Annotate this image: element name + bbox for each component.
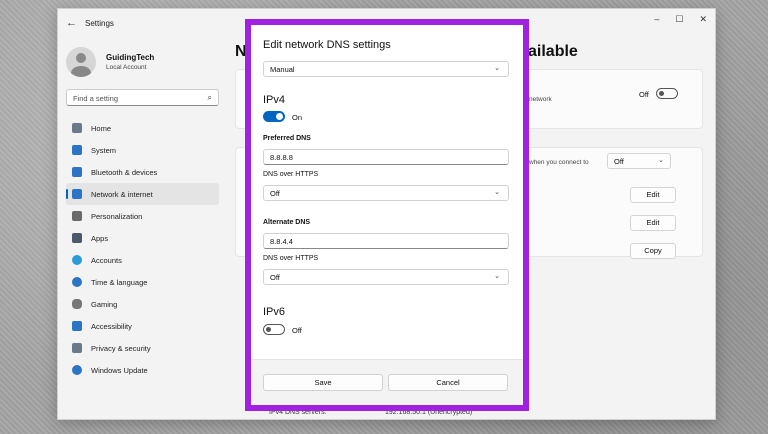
gaming-icon [72,299,82,309]
preferred-dns-value: 8.8.8.8 [270,153,293,162]
sidebar-item-network[interactable]: Network & internet [66,183,219,205]
time-language-icon [72,277,82,287]
ipv4-toggle[interactable] [263,111,285,122]
sidebar-item-system[interactable]: System [66,139,219,161]
accounts-icon [72,255,82,265]
system-icon [72,145,82,155]
home-icon [72,123,82,133]
sidebar-item-label: Gaming [91,299,118,309]
sidebar-item-label: Time & language [91,277,148,287]
sidebar-item-label: Bluetooth & devices [91,167,158,177]
chevron-down-icon: ⌄ [494,65,500,72]
network-text: network [529,96,552,103]
background-select[interactable]: Off ⌄ [607,153,671,169]
search-input[interactable]: Find a setting ⌕ [66,89,219,106]
alternate-dns-value: 8.8.4.4 [270,237,293,246]
alternate-dns-https-select[interactable]: Off ⌄ [263,269,509,285]
sidebar-item-privacy[interactable]: Privacy & security [66,337,219,359]
apps-icon [72,233,82,243]
toggle-label: Off [639,90,649,99]
sidebar-item-gaming[interactable]: Gaming [66,293,219,315]
sidebar-item-label: Privacy & security [91,343,151,353]
windows-update-icon [72,365,82,375]
cancel-button[interactable]: Cancel [388,374,508,391]
chevron-down-icon: ⌄ [494,189,500,196]
dialog-footer: Save Cancel [251,359,523,405]
background-toggle[interactable] [656,88,678,99]
preferred-dns-input[interactable]: 8.8.8.8 [263,149,509,165]
dns-settings-dialog: Edit network DNS settings Manual ⌄ IPv4 … [251,25,523,405]
sidebar-item-bluetooth[interactable]: Bluetooth & devices [66,161,219,183]
sidebar-item-personalization[interactable]: Personalization [66,205,219,227]
preferred-dns-https-label: DNS over HTTPS [263,171,319,178]
sidebar-item-label: System [91,145,117,155]
alternate-dns-https-value: Off [270,273,280,282]
brush-icon [72,211,82,221]
search-icon[interactable]: ⌕ [208,93,212,103]
save-button[interactable]: Save [263,374,383,391]
edit-button[interactable]: Edit [630,187,676,203]
page-title-fragment-right: ailable [528,43,578,60]
ipv6-toggle-label: Off [292,326,302,335]
sidebar-item-home[interactable]: Home [66,117,219,139]
profile-account-type: Local Account [106,64,147,71]
user-profile: GuidingTech Local Account [66,47,154,77]
search-placeholder: Find a setting [73,94,119,103]
maximize-icon[interactable]: ☐ [675,14,683,25]
sidebar-item-label: Accessibility [91,321,132,331]
back-arrow-icon[interactable]: ← [66,17,77,29]
bluetooth-icon [72,167,82,177]
sidebar-item-label: Apps [91,233,109,243]
dns-mode-select[interactable]: Manual ⌄ [263,61,509,77]
alternate-dns-input[interactable]: 8.8.4.4 [263,233,509,249]
sidebar-item-apps[interactable]: Apps [66,227,219,249]
shield-icon [72,343,82,353]
network-icon [72,189,82,199]
ipv4-toggle-label: On [292,113,303,122]
minimize-icon[interactable]: – [654,14,659,25]
highlight-frame: Edit network DNS settings Manual ⌄ IPv4 … [245,19,529,411]
avatar [66,47,96,77]
window-controls: – ☐ ✕ [654,14,707,25]
sidebar-item-accessibility[interactable]: Accessibility [66,315,219,337]
sidebar-nav: Home System Bluetooth & devices Network … [66,117,219,381]
sidebar-item-time-language[interactable]: Time & language [66,271,219,293]
alternate-dns-label: Alternate DNS [263,219,311,226]
sidebar-item-accounts[interactable]: Accounts [66,249,219,271]
chevron-down-icon: ⌄ [494,273,500,280]
preferred-dns-https-select[interactable]: Off ⌄ [263,185,509,201]
preferred-dns-label: Preferred DNS [263,135,311,142]
preferred-dns-https-value: Off [270,189,280,198]
ipv6-title: IPv6 [263,306,286,318]
profile-name: GuidingTech [106,53,155,62]
copy-button[interactable]: Copy [630,243,676,259]
sidebar-item-label: Personalization [91,211,143,221]
sidebar-item-label: Accounts [91,255,122,265]
sidebar-item-label: Windows Update [91,365,148,375]
sidebar-item-label: Network & internet [91,189,153,199]
alternate-dns-https-label: DNS over HTTPS [263,255,319,262]
dialog-title: Edit network DNS settings [263,39,391,51]
app-title: Settings [85,19,114,28]
dns-mode-value: Manual [270,65,295,74]
edit-button[interactable]: Edit [630,215,676,231]
close-icon[interactable]: ✕ [699,14,707,25]
accessibility-icon [72,321,82,331]
connect-text: when you connect to [529,159,589,166]
ipv4-title: IPv4 [263,94,286,106]
ipv6-toggle[interactable] [263,324,285,335]
sidebar-item-label: Home [91,123,112,133]
sidebar-item-windows-update[interactable]: Windows Update [66,359,219,381]
